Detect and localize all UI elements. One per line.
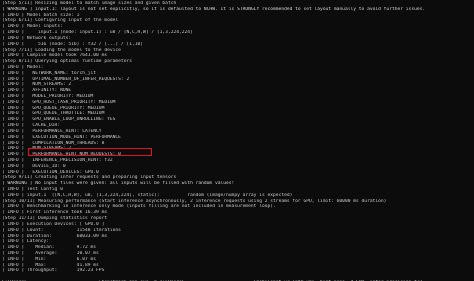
terminal-output: [Step 5/11] Resizing model to match imag…: [2, 1, 472, 281]
terminal-window[interactable]: [Step 5/11] Resizing model to match imag…: [0, 0, 474, 281]
inference-precision-highlight: [28, 148, 152, 156]
terminal-line: [ WARNING ] input.1: layout is not set e…: [2, 6, 426, 12]
